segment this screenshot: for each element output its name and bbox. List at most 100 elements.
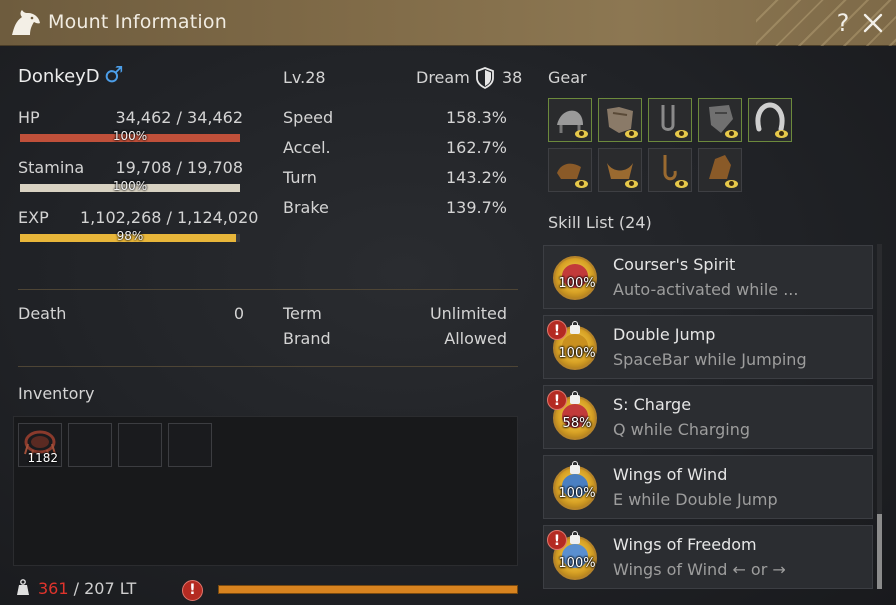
outfit-slot-3[interactable] <box>648 148 692 192</box>
title-bar[interactable]: Mount Information ? <box>0 0 896 46</box>
skill-name: S: Charge <box>613 395 692 414</box>
stat-brake-label: Brake <box>283 198 329 217</box>
term-label: Term <box>283 304 322 323</box>
eye-icon[interactable] <box>575 130 588 138</box>
skill-item[interactable]: ! 100% Double Jump SpaceBar while Jumping <box>543 315 873 379</box>
eye-icon[interactable] <box>725 180 738 188</box>
male-gender-icon: ♂ <box>104 63 124 88</box>
lock-icon <box>570 531 580 544</box>
weight-max: 207 LT <box>84 579 137 598</box>
hp-label: HP <box>18 108 40 127</box>
inventory-label: Inventory <box>18 384 95 403</box>
skill-list-header: Skill List (24) <box>548 213 652 232</box>
skill-description: SpaceBar while Jumping <box>613 350 807 369</box>
exp-value: 1,102,268 / 1,124,020 <box>80 208 259 227</box>
mount-level: Lv.28 <box>283 68 326 87</box>
warning-icon: ! <box>547 320 567 340</box>
skill-percent: 100% <box>558 556 596 571</box>
eye-icon[interactable] <box>575 180 588 188</box>
brand-label: Brand <box>283 329 331 348</box>
skill-item[interactable]: 100% Courser's Spirit Auto-activated while… <box>543 245 873 309</box>
gear-slot-4[interactable] <box>698 98 742 142</box>
stat-turn-value: 143.2% <box>445 168 507 187</box>
outfit-slot-1[interactable] <box>548 148 592 192</box>
weight-current: 361 <box>38 579 69 598</box>
skill-item[interactable]: ! 100% Wings of Freedom Wings of Wind ← or … <box>543 525 873 589</box>
dream-label: Dream <box>416 68 470 87</box>
warning-icon: ! <box>547 390 567 410</box>
shield-icon <box>476 67 494 89</box>
exp-label: EXP <box>18 208 49 227</box>
eye-icon[interactable] <box>725 130 738 138</box>
section-divider <box>18 289 518 290</box>
eye-icon[interactable] <box>775 130 788 138</box>
stamina-bar-percent: 100% <box>112 179 148 193</box>
inventory-item-count: 1182 <box>27 451 58 465</box>
inventory-slot-1[interactable]: 1182 <box>18 423 62 467</box>
skill-percent: 100% <box>558 346 596 361</box>
skill-name: Wings of Wind <box>613 465 728 484</box>
weight-readout: 361 / 207 LT <box>38 579 136 598</box>
window-title: Mount Information <box>48 11 227 33</box>
stat-accel-value: 162.7% <box>445 138 507 157</box>
gear-label: Gear <box>548 68 587 87</box>
skill-list-scrollbar-thumb[interactable] <box>877 514 882 589</box>
weight-bar <box>218 585 518 594</box>
stamina-bar: 100% <box>20 179 240 193</box>
weight-separator: / <box>68 579 85 598</box>
skill-name: Courser's Spirit <box>613 255 736 274</box>
lock-icon <box>570 321 580 334</box>
skill-item[interactable]: 100% Wings of Wind E while Double Jump <box>543 455 873 519</box>
stat-turn-label: Turn <box>283 168 317 187</box>
eye-icon[interactable] <box>675 180 688 188</box>
skill-description: Auto-activated while ... <box>613 280 799 299</box>
inventory-slot-4[interactable] <box>168 423 212 467</box>
overweight-warning-icon[interactable]: ! <box>182 580 203 601</box>
close-icon[interactable] <box>860 8 886 38</box>
mount-name: DonkeyD <box>18 66 100 87</box>
eye-icon[interactable] <box>675 130 688 138</box>
mount-information-window: Mount Information ? DonkeyD ♂ Lv.28 Drea… <box>0 0 896 605</box>
stat-brake-value: 139.7% <box>445 198 507 217</box>
lock-icon <box>570 391 580 404</box>
skill-percent: 58% <box>562 416 592 431</box>
skill-item[interactable]: ! 58% S: Charge Q while Charging <box>543 385 873 449</box>
inventory-slot-2[interactable] <box>68 423 112 467</box>
help-button[interactable]: ? <box>833 9 853 37</box>
death-value: 0 <box>233 304 244 323</box>
skill-name: Double Jump <box>613 325 716 344</box>
skill-name: Wings of Freedom <box>613 535 757 554</box>
outfit-slot-4[interactable] <box>698 148 742 192</box>
death-label: Death <box>18 304 67 323</box>
gear-slot-1[interactable] <box>548 98 592 142</box>
gear-slot-5[interactable] <box>748 98 792 142</box>
eye-icon[interactable] <box>625 130 638 138</box>
horse-logo-icon <box>12 10 40 35</box>
term-value: Unlimited <box>429 304 507 323</box>
brand-value: Allowed <box>444 329 507 348</box>
gear-slot-2[interactable] <box>598 98 642 142</box>
hp-bar: 100% <box>20 129 240 143</box>
stat-speed-label: Speed <box>283 108 334 127</box>
skill-description: Wings of Wind ← or → <box>613 560 786 579</box>
skill-description: Q while Charging <box>613 420 751 439</box>
skill-percent: 100% <box>558 276 596 291</box>
stat-speed-value: 158.3% <box>445 108 507 127</box>
dream-value: 38 <box>502 68 523 87</box>
stat-accel-label: Accel. <box>283 138 331 157</box>
stamina-value: 19,708 / 19,708 <box>115 158 243 177</box>
exp-bar: 98% <box>20 229 240 243</box>
weight-icon <box>17 579 29 595</box>
warning-icon: ! <box>547 530 567 550</box>
hp-bar-percent: 100% <box>112 129 148 143</box>
eye-icon[interactable] <box>625 180 638 188</box>
section-divider-2 <box>18 366 518 367</box>
skill-description: E while Double Jump <box>613 490 778 509</box>
outfit-slot-2[interactable] <box>598 148 642 192</box>
exp-bar-percent: 98% <box>116 229 144 243</box>
inventory-slot-3[interactable] <box>118 423 162 467</box>
skill-percent: 100% <box>558 486 596 501</box>
gear-slot-3[interactable] <box>648 98 692 142</box>
hp-value: 34,462 / 34,462 <box>115 108 243 127</box>
lock-icon <box>570 461 580 474</box>
